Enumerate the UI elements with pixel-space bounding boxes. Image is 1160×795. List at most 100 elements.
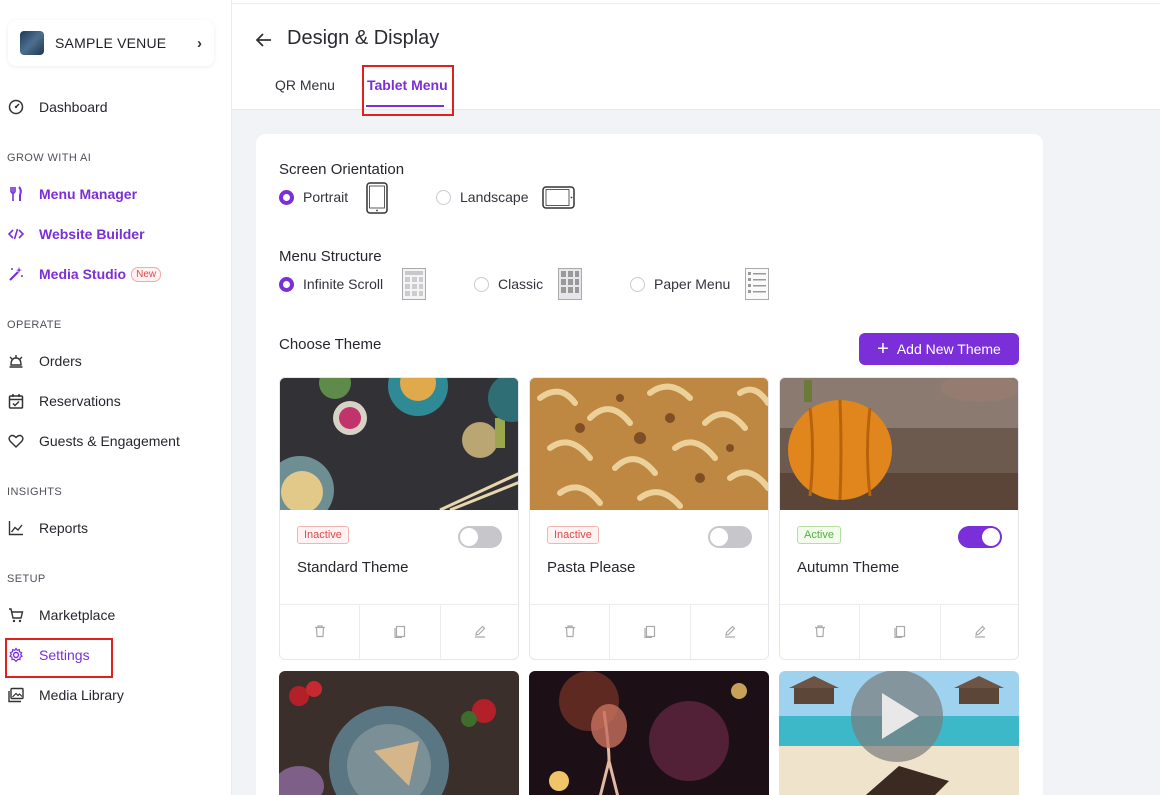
option-label: Portrait: [303, 189, 349, 205]
sidebar-item-label: Reservations: [39, 393, 121, 409]
chevron-right-icon: ›: [197, 34, 202, 52]
radio-selected[interactable]: [279, 189, 294, 205]
theme-name: Autumn Theme: [797, 559, 900, 576]
structure-classic-option[interactable]: Classic: [474, 276, 543, 292]
toggle-knob: [982, 528, 1000, 546]
theme-actions: [280, 604, 518, 659]
duplicate-button[interactable]: [610, 605, 691, 659]
sidebar-item-website-builder[interactable]: Website Builder: [0, 222, 232, 246]
theme-actions: [780, 604, 1018, 659]
magic-wand-icon: [7, 265, 25, 283]
theme-card[interactable]: Active Autumn Theme: [779, 377, 1019, 660]
orientation-portrait-option[interactable]: Portrait: [279, 189, 348, 205]
sidebar-item-orders[interactable]: Orders: [0, 349, 232, 373]
theme-toggle[interactable]: [958, 526, 1002, 548]
pencil-icon: [473, 624, 487, 643]
radio-unselected[interactable]: [436, 189, 451, 205]
radio-unselected[interactable]: [474, 276, 489, 292]
toggle-knob: [710, 528, 728, 546]
plus-icon: +: [877, 338, 889, 360]
delete-button[interactable]: [530, 605, 611, 659]
theme-card-image[interactable]: [279, 671, 519, 795]
theme-name: Standard Theme: [297, 559, 409, 576]
theme-name: Pasta Please: [547, 559, 636, 576]
sidebar-item-label: Dashboard: [39, 99, 108, 115]
pencil-icon: [723, 624, 737, 643]
tab-qr-menu[interactable]: QR Menu: [275, 77, 335, 93]
theme-image: [280, 378, 518, 524]
theme-card[interactable]: Inactive Pasta Please: [529, 377, 769, 660]
highlight-box-tablet-tab: [362, 65, 454, 116]
theme-card-image[interactable]: [779, 671, 1019, 795]
edit-button[interactable]: [691, 605, 768, 659]
add-new-theme-button[interactable]: + Add New Theme: [859, 333, 1019, 365]
duplicate-button[interactable]: [360, 605, 441, 659]
code-icon: [7, 225, 25, 243]
sidebar-item-label: Media Studio: [39, 266, 127, 282]
toggle-knob: [460, 528, 478, 546]
theme-card[interactable]: Inactive Standard Theme: [279, 377, 519, 660]
copy-icon: [893, 624, 907, 643]
theme-toggle[interactable]: [708, 526, 752, 548]
cart-icon: [7, 606, 25, 624]
delete-button[interactable]: [780, 605, 861, 659]
edit-button[interactable]: [441, 605, 518, 659]
sidebar-item-label: Marketplace: [39, 607, 116, 623]
trash-icon: [813, 624, 827, 643]
duplicate-button[interactable]: [860, 605, 941, 659]
radio-unselected[interactable]: [630, 276, 645, 292]
structure-paper-menu-option[interactable]: Paper Menu: [630, 276, 730, 292]
theme-image: [780, 378, 1018, 510]
menu-structure-heading: Menu Structure: [279, 248, 382, 265]
section-grow: GROW WITH AI: [7, 152, 92, 164]
bell-icon: [7, 352, 25, 370]
venue-name: SAMPLE VENUE: [55, 35, 167, 51]
sidebar-item-marketplace[interactable]: Marketplace: [0, 603, 232, 627]
option-label: Paper Menu: [654, 276, 731, 292]
paper-menu-layout-icon: [745, 268, 769, 305]
infinite-scroll-layout-icon: [402, 268, 426, 305]
option-label: Landscape: [460, 189, 529, 205]
trash-icon: [563, 624, 577, 643]
classic-layout-icon: [558, 268, 582, 305]
orientation-landscape-option[interactable]: Landscape: [436, 189, 529, 205]
theme-card-image[interactable]: [529, 671, 769, 795]
status-badge: Active: [797, 526, 841, 544]
screen-orientation-heading: Screen Orientation: [279, 161, 405, 178]
section-insights: INSIGHTS: [7, 486, 63, 498]
theme-image: [530, 378, 768, 510]
heart-icon: [7, 432, 25, 450]
sidebar-item-media-library[interactable]: Media Library: [0, 683, 232, 707]
sidebar-item-reservations[interactable]: Reservations: [0, 389, 232, 413]
venue-switcher[interactable]: SAMPLE VENUE ›: [8, 20, 214, 66]
status-badge: Inactive: [547, 526, 599, 544]
back-arrow-icon[interactable]: [252, 28, 276, 52]
calendar-check-icon: [7, 392, 25, 410]
add-new-theme-label: Add New Theme: [896, 341, 1001, 357]
sidebar-item-guests[interactable]: Guests & Engagement: [0, 429, 232, 453]
page-title: Design & Display: [287, 27, 440, 49]
line-chart-icon: [7, 519, 25, 537]
status-badge: Inactive: [297, 526, 349, 544]
structure-infinite-scroll-option[interactable]: Infinite Scroll: [279, 276, 383, 292]
sidebar-item-dashboard[interactable]: Dashboard: [0, 95, 232, 119]
top-divider: [232, 0, 1160, 4]
sidebar-item-label: Menu Manager: [39, 186, 138, 202]
pencil-icon: [973, 624, 987, 643]
sidebar-item-media-studio[interactable]: Media Studio New: [0, 262, 232, 286]
sidebar-item-label: Reports: [39, 520, 89, 536]
portrait-tablet-icon: [366, 182, 388, 219]
images-icon: [7, 686, 25, 704]
edit-button[interactable]: [941, 605, 1018, 659]
venue-thumbnail: [20, 31, 44, 55]
sidebar-item-label: Guests & Engagement: [39, 433, 180, 449]
sidebar-item-reports[interactable]: Reports: [0, 516, 232, 540]
new-badge: New: [131, 266, 162, 282]
theme-toggle[interactable]: [458, 526, 502, 548]
sidebar-item-menu-manager[interactable]: Menu Manager: [0, 182, 232, 206]
choose-theme-heading: Choose Theme: [279, 336, 382, 353]
radio-selected[interactable]: [279, 276, 294, 292]
fork-knife-icon: [7, 185, 25, 203]
delete-button[interactable]: [280, 605, 361, 659]
gauge-icon: [7, 98, 25, 116]
